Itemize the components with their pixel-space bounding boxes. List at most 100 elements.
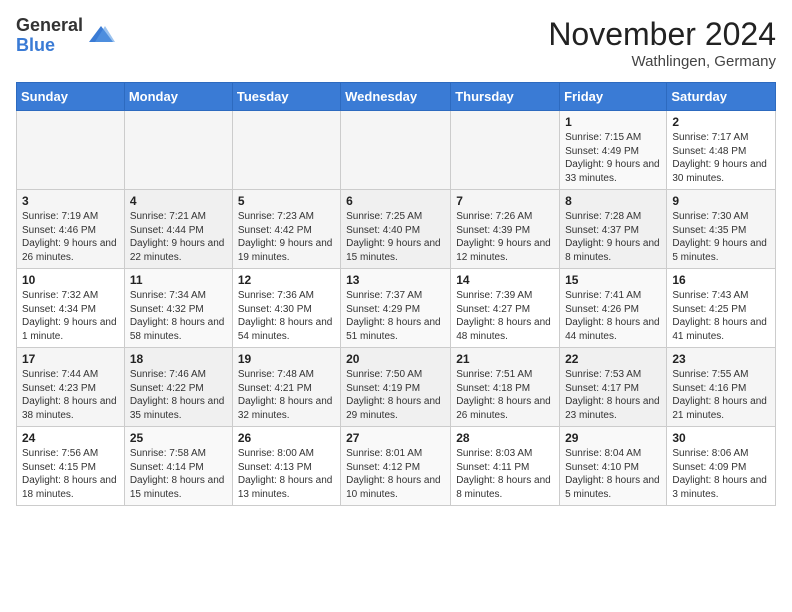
calendar-cell: 23 Sunrise: 7:55 AM Sunset: 4:16 PM Dayli… <box>667 348 776 427</box>
header-tuesday: Tuesday <box>232 83 340 111</box>
day-info: Sunrise: 7:50 AM Sunset: 4:19 PM Dayligh… <box>346 368 445 422</box>
calendar-table: SundayMondayTuesdayWednesdayThursdayFrid… <box>16 82 776 506</box>
day-number: 15 <box>565 273 661 287</box>
day-number: 17 <box>22 352 119 366</box>
calendar-cell: 20 Sunrise: 7:50 AM Sunset: 4:19 PM Dayli… <box>341 348 451 427</box>
header-thursday: Thursday <box>451 83 560 111</box>
day-number: 8 <box>565 194 661 208</box>
day-info: Sunrise: 7:56 AM Sunset: 4:15 PM Dayligh… <box>22 447 119 501</box>
day-info: Sunrise: 7:55 AM Sunset: 4:16 PM Dayligh… <box>672 368 770 422</box>
title-block: November 2024 Wathlingen, Germany <box>548 16 776 70</box>
day-info: Sunrise: 7:46 AM Sunset: 4:22 PM Dayligh… <box>130 368 227 422</box>
calendar-cell <box>124 111 232 190</box>
day-number: 25 <box>130 431 227 445</box>
day-number: 21 <box>456 352 554 366</box>
day-number: 16 <box>672 273 770 287</box>
day-info: Sunrise: 8:01 AM Sunset: 4:12 PM Dayligh… <box>346 447 445 501</box>
calendar-cell: 6 Sunrise: 7:25 AM Sunset: 4:40 PM Daylig… <box>341 190 451 269</box>
calendar-cell: 7 Sunrise: 7:26 AM Sunset: 4:39 PM Daylig… <box>451 190 560 269</box>
calendar-cell <box>232 111 340 190</box>
header-friday: Friday <box>560 83 667 111</box>
day-number: 30 <box>672 431 770 445</box>
day-info: Sunrise: 7:48 AM Sunset: 4:21 PM Dayligh… <box>238 368 335 422</box>
day-number: 12 <box>238 273 335 287</box>
day-number: 24 <box>22 431 119 445</box>
day-info: Sunrise: 7:34 AM Sunset: 4:32 PM Dayligh… <box>130 289 227 343</box>
logo-general: General <box>16 16 83 36</box>
day-info: Sunrise: 7:23 AM Sunset: 4:42 PM Dayligh… <box>238 210 335 264</box>
day-number: 14 <box>456 273 554 287</box>
location: Wathlingen, Germany <box>548 53 776 70</box>
day-number: 19 <box>238 352 335 366</box>
day-number: 6 <box>346 194 445 208</box>
day-info: Sunrise: 7:21 AM Sunset: 4:44 PM Dayligh… <box>130 210 227 264</box>
day-number: 28 <box>456 431 554 445</box>
logo: General Blue <box>16 16 115 56</box>
month-title: November 2024 <box>548 16 776 53</box>
day-info: Sunrise: 7:36 AM Sunset: 4:30 PM Dayligh… <box>238 289 335 343</box>
day-number: 26 <box>238 431 335 445</box>
calendar-cell <box>451 111 560 190</box>
day-info: Sunrise: 7:26 AM Sunset: 4:39 PM Dayligh… <box>456 210 554 264</box>
calendar-cell: 2Sunrise: 7:17 AM Sunset: 4:48 PM Daylig… <box>667 111 776 190</box>
calendar-cell: 18Sunrise: 7:46 AM Sunset: 4:22 PM Dayli… <box>124 348 232 427</box>
day-number: 10 <box>22 273 119 287</box>
day-number: 29 <box>565 431 661 445</box>
calendar-cell: 21 Sunrise: 7:51 AM Sunset: 4:18 PM Dayli… <box>451 348 560 427</box>
header-monday: Monday <box>124 83 232 111</box>
day-number: 7 <box>456 194 554 208</box>
day-number: 5 <box>238 194 335 208</box>
calendar-cell: 13 Sunrise: 7:37 AM Sunset: 4:29 PM Dayli… <box>341 269 451 348</box>
calendar-cell: 26 Sunrise: 8:00 AM Sunset: 4:13 PM Dayli… <box>232 427 340 506</box>
calendar-cell: 29Sunrise: 8:04 AM Sunset: 4:10 PM Dayli… <box>560 427 667 506</box>
day-number: 20 <box>346 352 445 366</box>
day-number: 2 <box>672 115 770 129</box>
day-info: Sunrise: 7:25 AM Sunset: 4:40 PM Dayligh… <box>346 210 445 264</box>
day-info: Sunrise: 7:28 AM Sunset: 4:37 PM Dayligh… <box>565 210 661 264</box>
calendar-cell: 28 Sunrise: 8:03 AM Sunset: 4:11 PM Dayli… <box>451 427 560 506</box>
calendar-week-1: 1Sunrise: 7:15 AM Sunset: 4:49 PM Daylig… <box>17 111 776 190</box>
day-info: Sunrise: 7:44 AM Sunset: 4:23 PM Dayligh… <box>22 368 119 422</box>
day-info: Sunrise: 7:30 AM Sunset: 4:35 PM Dayligh… <box>672 210 770 264</box>
calendar-cell: 3Sunrise: 7:19 AM Sunset: 4:46 PM Daylig… <box>17 190 125 269</box>
logo-icon <box>87 22 115 50</box>
day-number: 9 <box>672 194 770 208</box>
page-header: General Blue November 2024 Wathlingen, G… <box>16 16 776 70</box>
calendar-week-3: 10 Sunrise: 7:32 AM Sunset: 4:34 PM Dayli… <box>17 269 776 348</box>
calendar-cell: 5 Sunrise: 7:23 AM Sunset: 4:42 PM Daylig… <box>232 190 340 269</box>
day-info: Sunrise: 7:39 AM Sunset: 4:27 PM Dayligh… <box>456 289 554 343</box>
day-info: Sunrise: 8:00 AM Sunset: 4:13 PM Dayligh… <box>238 447 335 501</box>
day-info: Sunrise: 8:03 AM Sunset: 4:11 PM Dayligh… <box>456 447 554 501</box>
header-sunday: Sunday <box>17 83 125 111</box>
day-info: Sunrise: 7:37 AM Sunset: 4:29 PM Dayligh… <box>346 289 445 343</box>
calendar-cell: 14 Sunrise: 7:39 AM Sunset: 4:27 PM Dayli… <box>451 269 560 348</box>
calendar-cell: 11 Sunrise: 7:34 AM Sunset: 4:32 PM Dayli… <box>124 269 232 348</box>
day-info: Sunrise: 7:19 AM Sunset: 4:46 PM Dayligh… <box>22 210 119 264</box>
header-saturday: Saturday <box>667 83 776 111</box>
calendar-cell: 12 Sunrise: 7:36 AM Sunset: 4:30 PM Dayli… <box>232 269 340 348</box>
day-info: Sunrise: 7:41 AM Sunset: 4:26 PM Dayligh… <box>565 289 661 343</box>
calendar-cell: 16Sunrise: 7:43 AM Sunset: 4:25 PM Dayli… <box>667 269 776 348</box>
calendar-week-5: 24 Sunrise: 7:56 AM Sunset: 4:15 PM Dayli… <box>17 427 776 506</box>
calendar-cell: 22 Sunrise: 7:53 AM Sunset: 4:17 PM Dayli… <box>560 348 667 427</box>
day-info: Sunrise: 7:32 AM Sunset: 4:34 PM Dayligh… <box>22 289 119 343</box>
calendar-cell: 19 Sunrise: 7:48 AM Sunset: 4:21 PM Dayli… <box>232 348 340 427</box>
calendar-cell: 24 Sunrise: 7:56 AM Sunset: 4:15 PM Dayli… <box>17 427 125 506</box>
calendar-cell <box>341 111 451 190</box>
day-info: Sunrise: 7:58 AM Sunset: 4:14 PM Dayligh… <box>130 447 227 501</box>
calendar-header-row: SundayMondayTuesdayWednesdayThursdayFrid… <box>17 83 776 111</box>
day-number: 22 <box>565 352 661 366</box>
day-number: 23 <box>672 352 770 366</box>
calendar-cell: 17 Sunrise: 7:44 AM Sunset: 4:23 PM Dayli… <box>17 348 125 427</box>
day-number: 11 <box>130 273 227 287</box>
day-number: 13 <box>346 273 445 287</box>
calendar-cell: 25 Sunrise: 7:58 AM Sunset: 4:14 PM Dayli… <box>124 427 232 506</box>
calendar-cell <box>17 111 125 190</box>
day-number: 4 <box>130 194 227 208</box>
day-number: 1 <box>565 115 661 129</box>
day-info: Sunrise: 7:53 AM Sunset: 4:17 PM Dayligh… <box>565 368 661 422</box>
day-info: Sunrise: 7:51 AM Sunset: 4:18 PM Dayligh… <box>456 368 554 422</box>
calendar-cell: 27 Sunrise: 8:01 AM Sunset: 4:12 PM Dayli… <box>341 427 451 506</box>
calendar-cell: 8 Sunrise: 7:28 AM Sunset: 4:37 PM Daylig… <box>560 190 667 269</box>
day-number: 27 <box>346 431 445 445</box>
